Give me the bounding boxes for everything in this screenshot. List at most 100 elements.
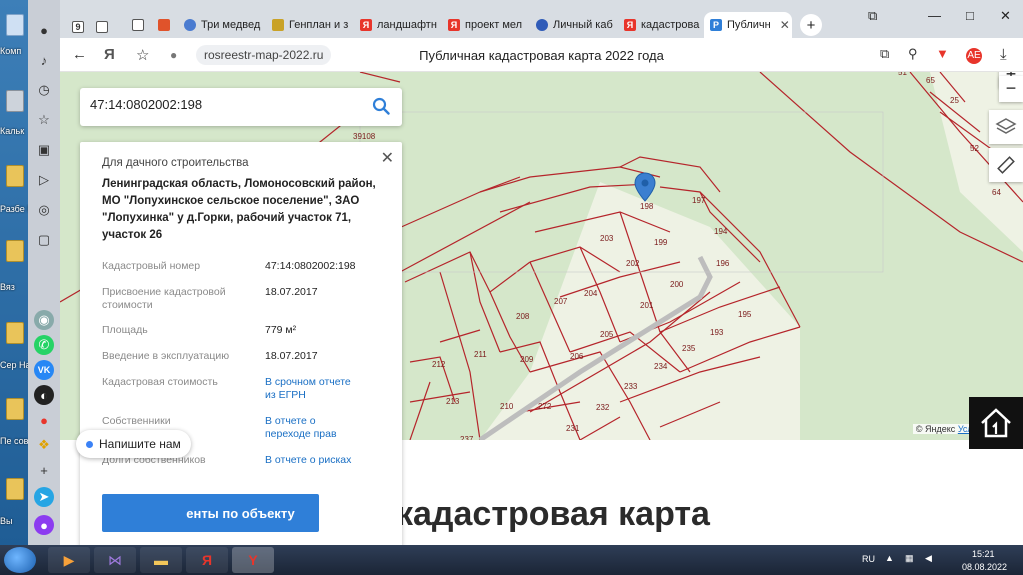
cadastral-number: 47:14:0802002:198 [265,260,356,272]
close-window-icon[interactable]: ✕ [1000,8,1011,24]
documents-button[interactable]: енты по объекту [102,494,319,532]
minimize-icon[interactable]: — [928,8,941,23]
chat-widget[interactable]: Напишите нам [76,430,191,458]
tab-active[interactable]: P Публичн ✕ [704,12,792,38]
maximize-icon[interactable]: □ [966,8,974,23]
clock-date[interactable]: 08.08.2022 [962,562,1007,572]
tab-label: Публичн [727,19,771,31]
app-icon[interactable]: ◉ [34,310,54,330]
lot-number: 198 [640,202,654,211]
browser-window: 9 Три медвед Генплан и з Я ландшафтн Я п… [28,0,1023,545]
row-label: Площадь [102,324,148,336]
extension-icon[interactable]: ⧉ [880,46,889,62]
site-favicon [272,19,284,31]
tab-pinned[interactable] [90,14,112,40]
layers-button[interactable] [989,110,1023,144]
star-icon[interactable]: ☆ [34,110,54,130]
bell-icon[interactable]: ♪ [34,50,54,70]
lot-number: 272 [538,402,552,411]
row-label: Собственники [102,415,171,427]
volume-icon[interactable]: ◀ [925,553,932,564]
whatsapp-icon[interactable]: ✆ [34,335,54,355]
camera-icon[interactable]: ◎ [34,200,54,220]
bookmark-save-icon[interactable]: ▼ [936,46,949,61]
lot-number: 208 [516,312,530,321]
tray-arrow-icon[interactable]: ▲ [885,553,894,563]
media-player-app[interactable]: ▶ [48,547,90,573]
tab-counter-icon: 9 [72,21,84,33]
yandex-icon: Я [360,19,372,31]
lot-number: 204 [584,289,598,298]
tab-label: Личный каб [553,19,613,31]
desktop-label: Комп [0,46,22,56]
section-heading: кадастровая карта [396,495,710,533]
yandex-icon: Я [448,19,460,31]
music-icon[interactable]: ◐ [34,385,54,405]
add-icon[interactable]: + [34,460,54,480]
tab-pinned[interactable]: 9 [66,14,88,40]
collections-icon[interactable]: ▣ [34,140,54,160]
lot-number: 231 [566,424,580,433]
computer-icon[interactable] [6,14,24,36]
zoom-out-button[interactable]: − [999,76,1023,102]
visual-studio-app[interactable]: ⋈ [94,547,136,573]
tab-item[interactable] [152,12,178,38]
protect-icon[interactable]: ⚲ [908,46,918,62]
bookmarks-icon[interactable]: ⧉ [868,8,877,24]
folder-icon[interactable] [6,165,24,187]
map-pin-icon[interactable]: ● [34,410,54,430]
yandex-app[interactable]: Я [186,547,228,573]
send-icon[interactable]: ➤ [34,487,54,507]
lot-number: 202 [626,259,640,268]
owners-link[interactable]: В отчете о переходе прав [265,415,355,441]
play-icon[interactable]: ▷ [34,170,54,190]
counter-icon[interactable]: ▢ [34,230,54,250]
tab-item[interactable]: Три медвед [178,12,262,38]
tab-item[interactable]: Я кадастрова [618,12,702,38]
explorer-app[interactable]: ▬ [140,547,182,573]
close-icon[interactable]: ✕ [381,148,394,168]
network-icon[interactable]: ▦ [905,553,914,564]
profile-icon[interactable]: ● [34,20,54,40]
folder-icon[interactable] [6,398,24,420]
download-icon[interactable]: ⤓ [1000,46,1007,63]
cadastral-value-link[interactable]: В срочном отчете из ЕГРН [265,376,360,402]
folder-icon[interactable] [6,322,24,344]
tab-item[interactable]: Я ландшафтн [354,12,438,38]
extension-badge-icon[interactable]: AE [966,48,982,64]
folder-icon[interactable] [6,478,24,500]
search-icon[interactable] [372,97,390,115]
lot-number: 234 [654,362,668,371]
lot-number: 51 [898,72,907,77]
tab-item[interactable]: Генплан и з [266,12,350,38]
tab-item[interactable]: Я проект мел [442,12,526,38]
tab-item[interactable]: Личный каб [530,12,614,38]
calculator-icon[interactable] [6,90,24,112]
search-input[interactable] [90,97,360,112]
debts-link[interactable]: В отчете о рисках [265,454,375,467]
start-button[interactable] [4,547,36,573]
home-badge[interactable] [969,397,1023,449]
commission-date: 18.07.2017 [265,350,318,362]
market-icon[interactable]: ❖ [34,435,54,455]
map-pin-icon[interactable] [634,172,656,202]
lot-number: 64 [992,188,1001,197]
alice-icon[interactable]: ● [34,515,54,535]
lot-number: 52 [970,144,979,153]
tab-item[interactable] [126,12,152,38]
lot-number: 235 [682,344,696,353]
lot-number: 195 [738,310,752,319]
close-icon[interactable]: ✕ [780,18,790,32]
folder-icon[interactable] [6,240,24,262]
clock-time[interactable]: 15:21 [972,549,995,559]
language-indicator[interactable]: RU [862,554,875,564]
ruler-button[interactable] [989,148,1023,182]
history-icon[interactable]: ◷ [34,80,54,100]
site-favicon [184,19,196,31]
yandex-browser-app[interactable]: Y [232,547,274,573]
house-icon [981,408,1011,438]
lot-number: 201 [640,301,654,310]
page-icon [132,19,144,31]
vk-icon[interactable]: VK [34,360,54,380]
new-tab-button[interactable]: + [800,14,822,36]
